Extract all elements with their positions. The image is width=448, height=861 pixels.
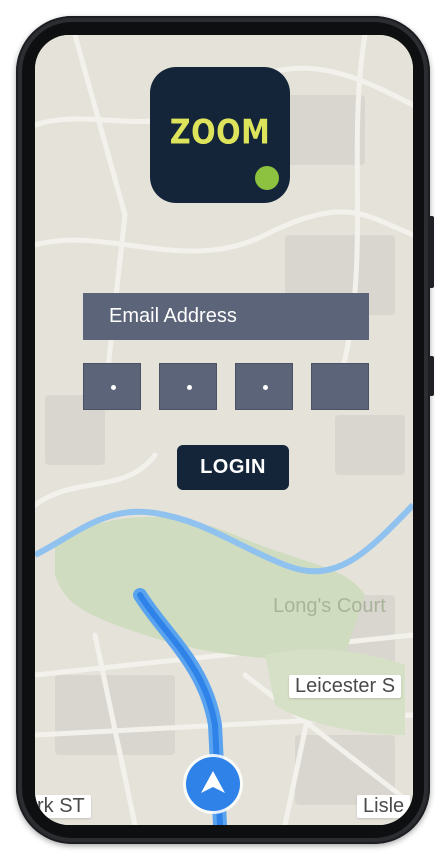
logo-text: ZOOM [169,112,271,152]
pin-digit-2[interactable] [159,363,217,410]
navigation-arrow-icon [186,757,240,811]
arrow-up-icon [201,771,225,793]
email-placeholder: Email Address [109,305,237,327]
pin-digit-3[interactable] [235,363,293,410]
map-label-leicester: Leicester S [289,675,402,698]
pin-digit-4[interactable] [311,363,369,410]
logo-dot-icon [255,166,279,190]
pin-mask-dot [263,385,268,390]
phone-screen: ZOOM Email Address LOGIN Long's Court Le… [35,35,413,825]
map-label-longs-court: Long's Court [273,595,386,617]
pin-mask-dot [111,385,116,390]
email-field[interactable]: Email Address [83,293,369,340]
map-label-york-st: rk ST [35,795,91,818]
pin-digit-1[interactable] [83,363,141,410]
app-logo: ZOOM [150,67,290,203]
volume-button [429,216,434,288]
power-button [429,356,434,396]
pin-mask-dot [187,385,192,390]
map-label-lisle: Lisle [357,795,411,818]
login-button[interactable]: LOGIN [177,445,289,490]
